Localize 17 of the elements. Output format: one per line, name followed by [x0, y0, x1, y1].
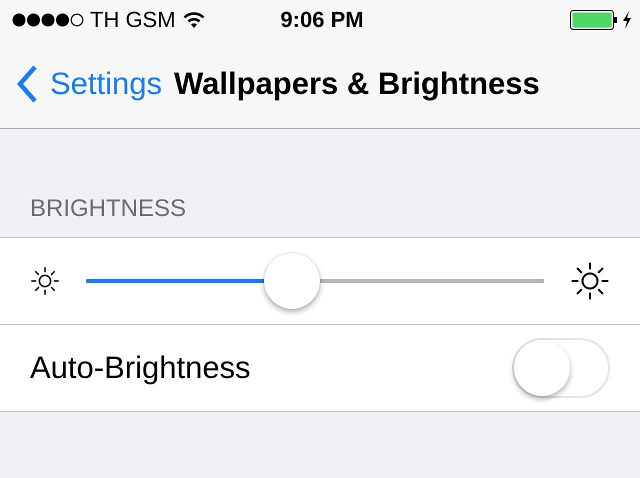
page-title: Wallpapers & Brightness [174, 66, 540, 102]
toggle-switch[interactable] [512, 338, 610, 398]
bright-sun-icon [570, 261, 610, 301]
back-label[interactable]: Settings [50, 66, 162, 102]
wifi-icon [182, 11, 206, 29]
toggle-knob [514, 340, 570, 396]
section-header: BRIGHTNESS [29, 194, 188, 224]
back-chevron-icon [16, 65, 38, 103]
slider-thumb[interactable] [264, 253, 320, 309]
status-time: 9:06 PM [280, 7, 364, 33]
charging-icon [622, 11, 632, 29]
signal-icon [12, 13, 84, 27]
dim-sun-icon [30, 266, 60, 296]
carrier-name: TH GSM [90, 7, 176, 33]
back-button[interactable]: Settings [16, 65, 162, 103]
setting-label: Auto-Brightness [30, 350, 251, 386]
battery-icon [570, 10, 618, 30]
